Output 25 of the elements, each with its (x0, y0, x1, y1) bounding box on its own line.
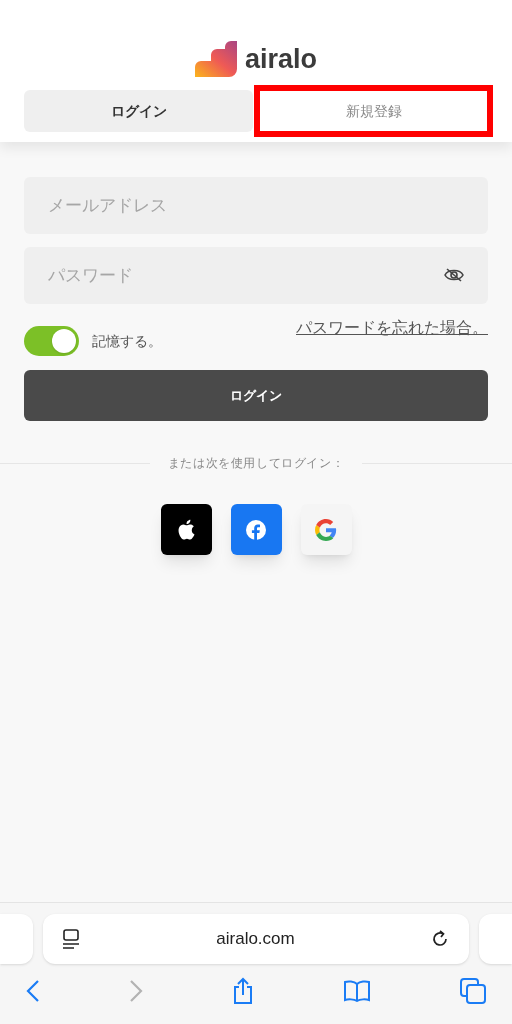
logo-text: airalo (244, 45, 317, 73)
remember-switch[interactable] (24, 326, 79, 356)
facebook-icon (246, 519, 266, 540)
apple-icon (177, 519, 195, 540)
google-icon (315, 518, 337, 541)
password-field[interactable]: パスワード (24, 247, 488, 304)
facebook-login-button[interactable] (230, 504, 282, 555)
tab[interactable]: ログイン (24, 90, 253, 132)
forgot-password-link[interactable]: パスワードを忘れた場合。 (296, 316, 488, 340)
remember-label: 記憶する。 (92, 331, 162, 351)
google-login-button[interactable] (300, 504, 352, 555)
address-bar[interactable]: airalo.com (43, 914, 469, 964)
apple-login-button[interactable] (160, 504, 212, 555)
eye-icon[interactable] (444, 268, 464, 282)
share-icon[interactable] (232, 977, 254, 1005)
divider-text: または次を使用してログイン： (167, 455, 345, 472)
logo-icon (194, 41, 239, 77)
login-button[interactable]: ログイン (24, 370, 488, 421)
email-field[interactable]: メールアドレス (24, 177, 488, 234)
url-text: airalo.com (215, 928, 296, 951)
tabs-icon[interactable] (460, 978, 486, 1004)
reader-icon[interactable] (62, 929, 80, 949)
book-icon[interactable] (343, 980, 371, 1002)
back-icon[interactable] (26, 979, 40, 1003)
reload-icon[interactable] (431, 929, 450, 949)
